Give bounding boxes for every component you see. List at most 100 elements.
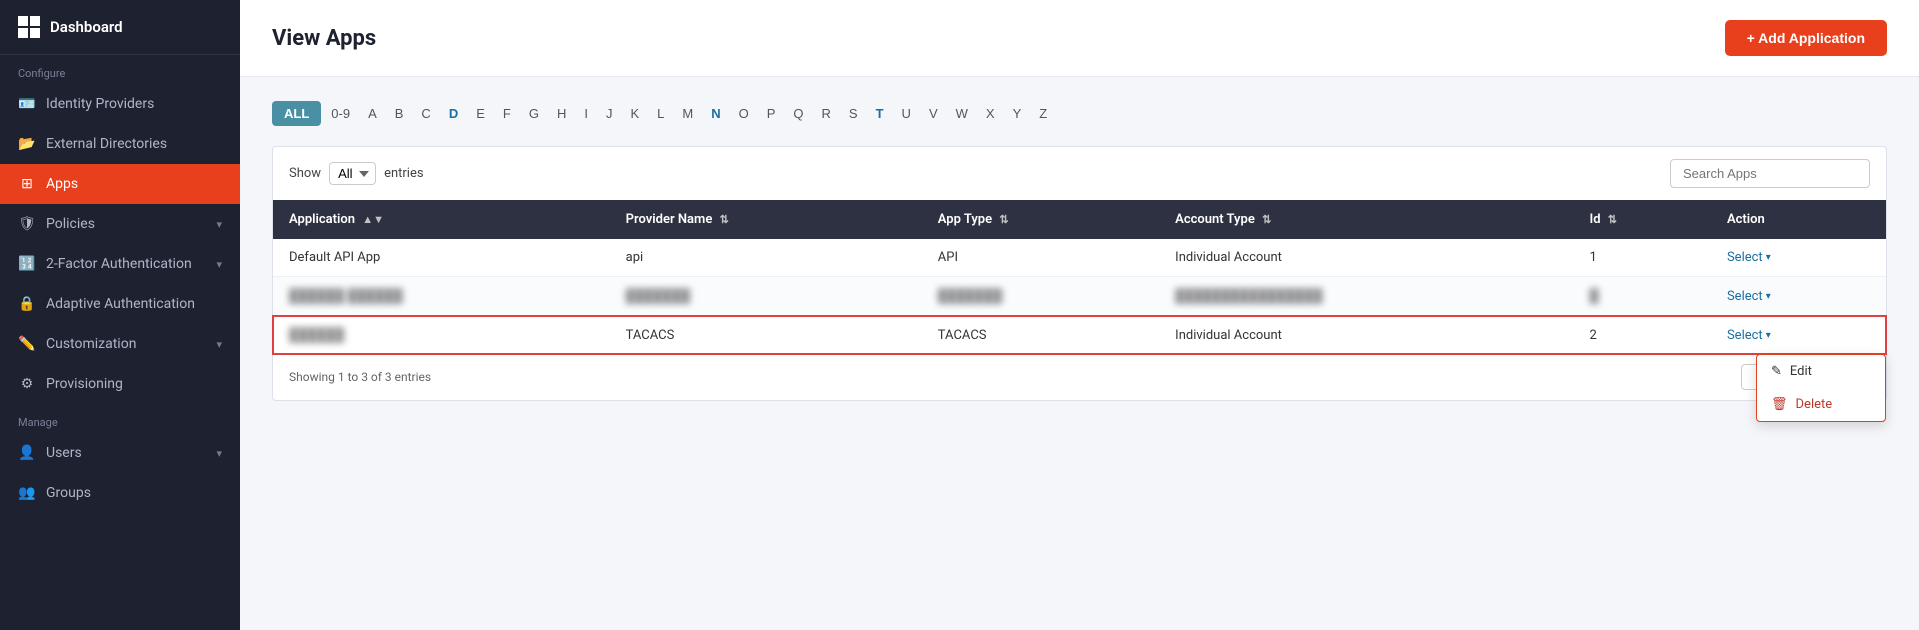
cell-application: ██████ ██████ — [273, 277, 610, 316]
alpha-btn-I[interactable]: I — [576, 101, 596, 126]
main-header: View Apps + Add Application — [240, 0, 1919, 77]
edit-label: Edit — [1790, 364, 1812, 379]
cell-app-type: API — [922, 239, 1159, 277]
select-link-2[interactable]: Select ▾ — [1727, 328, 1771, 343]
alpha-btn-C[interactable]: C — [413, 101, 438, 126]
dashboard-icon — [18, 16, 40, 38]
alpha-btn-09[interactable]: 0-9 — [323, 101, 358, 126]
adaptive-icon: 🔒 — [18, 295, 36, 313]
chevron-icon-policies: ▾ — [216, 218, 222, 231]
alpha-btn-T[interactable]: T — [868, 101, 892, 126]
alpha-btn-E[interactable]: E — [468, 101, 493, 126]
alpha-btn-O[interactable]: O — [731, 101, 757, 126]
table-controls: Show All 10 25 50 entries — [273, 147, 1886, 200]
alpha-btn-W[interactable]: W — [948, 101, 976, 126]
col-action: Action — [1711, 200, 1886, 239]
sidebar-item-apps[interactable]: ⊞Apps — [0, 164, 240, 204]
show-label: Show — [289, 166, 321, 181]
chevron-icon-customization: ▾ — [216, 338, 222, 351]
cell-action: Select ▾✎Edit🗑Delete — [1711, 316, 1886, 355]
main-content: View Apps + Add Application ALL 0-9ABCDE… — [240, 0, 1919, 630]
delete-menu-item[interactable]: 🗑 Delete — [1757, 388, 1885, 421]
sidebar-item-provisioning[interactable]: ⚙Provisioning — [0, 364, 240, 404]
custom-icon: ✏️ — [18, 335, 36, 353]
cell-account-type: ████████████████ — [1159, 277, 1573, 316]
sidebar-item-label-groups: Groups — [46, 485, 91, 501]
alpha-btn-U[interactable]: U — [894, 101, 919, 126]
alpha-btn-M[interactable]: M — [674, 101, 701, 126]
alpha-btn-K[interactable]: K — [622, 101, 647, 126]
select-link-1[interactable]: Select ▾ — [1727, 289, 1771, 304]
alpha-btn-Z[interactable]: Z — [1031, 101, 1055, 126]
sort-icon-accounttype: ⇅ — [1262, 213, 1271, 226]
table-section: Show All 10 25 50 entries Applicati — [272, 146, 1887, 401]
table-footer: Showing 1 to 3 of 3 entries First Previo… — [273, 354, 1886, 400]
sidebar-item-identity-providers[interactable]: 🪪 Identity Providers — [0, 84, 240, 124]
alpha-btn-X[interactable]: X — [978, 101, 1003, 126]
sidebar-item-label-external-directories: External Directories — [46, 136, 167, 152]
sidebar-item-external-directories[interactable]: 📂 External Directories — [0, 124, 240, 164]
table-row: ██████ █████████████████████████████████… — [273, 277, 1886, 316]
alpha-btn-Q[interactable]: Q — [785, 101, 811, 126]
chevron-icon-2fa: ▾ — [216, 258, 222, 271]
col-account-type: Account Type ⇅ — [1159, 200, 1573, 239]
cell-provider-name: TACACS — [610, 316, 922, 355]
cell-app-type: TACACS — [922, 316, 1159, 355]
alpha-btn-N[interactable]: N — [703, 101, 728, 126]
sidebar: Dashboard Configure 🪪 Identity Providers 📂 E… — [0, 0, 240, 630]
edit-icon: ✎ — [1771, 364, 1782, 379]
sidebar-item-users[interactable]: 👤Users▾ — [0, 433, 240, 473]
entries-select[interactable]: All 10 25 50 — [329, 162, 376, 185]
main-body: ALL 0-9ABCDEFGHIJKLMNOPQRSTUVWXYZ Show A… — [240, 77, 1919, 425]
alpha-btn-V[interactable]: V — [921, 101, 946, 126]
table-header-row: Application ▲▼ Provider Name ⇅ App Type … — [273, 200, 1886, 239]
alpha-all-button[interactable]: ALL — [272, 101, 321, 126]
alpha-btn-S[interactable]: S — [841, 101, 866, 126]
cell-application: ██████ — [273, 316, 610, 355]
select-link-0[interactable]: Select ▾ — [1727, 250, 1771, 265]
edit-menu-item[interactable]: ✎ Edit — [1757, 355, 1885, 388]
table-row: Default API AppapiAPIIndividual Account1… — [273, 239, 1886, 277]
sidebar-item-label-adaptive-auth: Adaptive Authentication — [46, 296, 195, 312]
sidebar-item-label-users: Users — [46, 445, 82, 461]
sidebar-logo-text: Dashboard — [50, 18, 123, 36]
sidebar-logo: Dashboard — [0, 0, 240, 55]
cell-action: Select ▾ — [1711, 277, 1886, 316]
alpha-btn-R[interactable]: R — [814, 101, 839, 126]
sidebar-item-label-apps: Apps — [46, 176, 78, 192]
dir-icon: 📂 — [18, 135, 36, 153]
sidebar-item-label-2fa: 2-Factor Authentication — [46, 256, 192, 272]
cell-application: Default API App — [273, 239, 610, 277]
delete-label: Delete — [1796, 397, 1833, 412]
sidebar-item-adaptive-auth[interactable]: 🔒 Adaptive Authentication — [0, 284, 240, 324]
sidebar-item-customization[interactable]: ✏️Customization▾ — [0, 324, 240, 364]
sidebar-item-2fa[interactable]: 🔢2-Factor Authentication▾ — [0, 244, 240, 284]
alpha-btn-Y[interactable]: Y — [1005, 101, 1030, 126]
alpha-btn-L[interactable]: L — [649, 101, 672, 126]
id-icon: 🪪 — [18, 95, 36, 113]
sidebar-item-label-identity-providers: Identity Providers — [46, 96, 154, 112]
alpha-btn-F[interactable]: F — [495, 101, 519, 126]
sidebar-item-policies[interactable]: 🛡Policies▾ — [0, 204, 240, 244]
cell-provider-name: ███████ — [610, 277, 922, 316]
sidebar-section-label: Configure — [0, 55, 240, 84]
page-title: View Apps — [272, 26, 376, 51]
alpha-btn-H[interactable]: H — [549, 101, 574, 126]
alpha-btn-G[interactable]: G — [521, 101, 547, 126]
table-row: ██████TACACSTACACSIndividual Account2Sel… — [273, 316, 1886, 355]
add-application-button[interactable]: + Add Application — [1725, 20, 1887, 56]
delete-icon: 🗑 — [1771, 397, 1788, 412]
sort-icon-application: ▲▼ — [362, 213, 384, 226]
cell-id: 2 — [1573, 316, 1710, 355]
alpha-btn-A[interactable]: A — [360, 101, 385, 126]
apps-table: Application ▲▼ Provider Name ⇅ App Type … — [273, 200, 1886, 354]
col-provider-name: Provider Name ⇅ — [610, 200, 922, 239]
alpha-filter: ALL 0-9ABCDEFGHIJKLMNOPQRSTUVWXYZ — [272, 101, 1887, 126]
col-id: Id ⇅ — [1573, 200, 1710, 239]
alpha-btn-B[interactable]: B — [387, 101, 412, 126]
alpha-btn-J[interactable]: J — [598, 101, 621, 126]
search-input[interactable] — [1670, 159, 1870, 188]
sidebar-item-groups[interactable]: 👥Groups — [0, 473, 240, 513]
alpha-btn-P[interactable]: P — [759, 101, 784, 126]
alpha-btn-D[interactable]: D — [441, 101, 466, 126]
